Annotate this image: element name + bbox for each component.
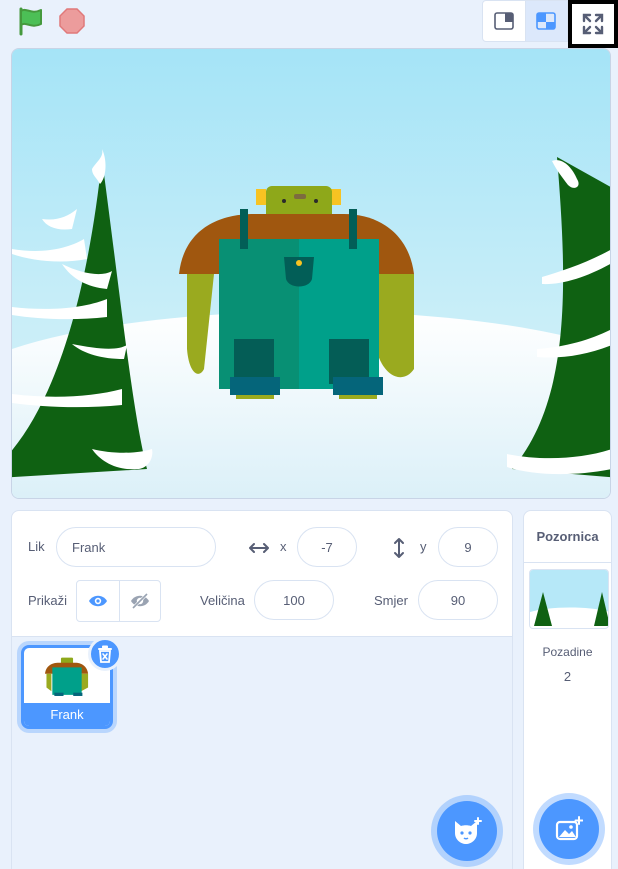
cat-add-icon <box>455 817 482 844</box>
show-sprite-button[interactable] <box>77 581 119 621</box>
backdrop-thumbnail[interactable] <box>529 569 609 629</box>
backdrops-count: 2 <box>563 669 572 684</box>
backdrop-preview <box>530 570 608 628</box>
stage-scene <box>12 49 610 498</box>
choose-backdrop-button[interactable] <box>539 799 599 859</box>
backdrops-label: Pozadine <box>542 645 593 659</box>
delete-sprite-button[interactable] <box>88 637 122 671</box>
green-flag-icon <box>19 7 42 36</box>
sprite-tile-label: Frank <box>24 703 110 726</box>
direction-input[interactable]: 90 <box>418 580 498 620</box>
y-label: y <box>420 539 427 554</box>
fullscreen-button[interactable] <box>568 0 618 48</box>
sprite-name-label: Lik <box>28 539 45 554</box>
frank-thumbnail-icon <box>45 657 89 696</box>
y-position-input[interactable]: 9 <box>438 527 498 567</box>
hide-sprite-button[interactable] <box>118 581 161 621</box>
small-stage-button[interactable] <box>483 1 525 41</box>
normal-stage-button[interactable] <box>524 1 567 41</box>
size-label: Veličina <box>200 593 245 608</box>
x-position-input[interactable]: -7 <box>297 527 357 567</box>
choose-sprite-button[interactable] <box>437 801 497 861</box>
stage-selector[interactable]: Pozornica Pozadine 2 <box>523 510 612 869</box>
fullscreen-icon <box>582 13 604 35</box>
y-axis-arrow-icon <box>394 538 404 558</box>
sprite-info-panel: Lik Frank x -7 y 9 Prikaži Veličina 100 … <box>11 510 513 869</box>
sprite-properties: Lik Frank x -7 y 9 Prikaži Veličina 100 … <box>12 511 512 637</box>
image-add-icon <box>555 816 583 841</box>
direction-label: Smjer <box>374 593 408 608</box>
stop-button[interactable] <box>58 7 86 35</box>
stop-icon <box>59 8 85 34</box>
trash-icon <box>98 645 112 663</box>
sprite-name-input[interactable]: Frank <box>56 527 216 567</box>
small-stage-icon <box>494 12 514 30</box>
x-axis-arrow-icon <box>249 543 269 553</box>
stage-selector-title: Pozornica <box>524 511 611 563</box>
eye-slash-icon <box>130 593 149 609</box>
stage-size-toggle <box>482 0 568 42</box>
x-label: x <box>280 539 287 554</box>
green-flag-button[interactable] <box>16 6 46 36</box>
eye-icon <box>88 595 107 607</box>
sprite-list: Frank <box>12 637 512 869</box>
size-input[interactable]: 100 <box>254 580 334 620</box>
visibility-toggle <box>76 580 161 622</box>
normal-stage-icon <box>536 12 557 30</box>
stage-canvas[interactable] <box>11 48 611 499</box>
show-label: Prikaži <box>28 593 68 608</box>
